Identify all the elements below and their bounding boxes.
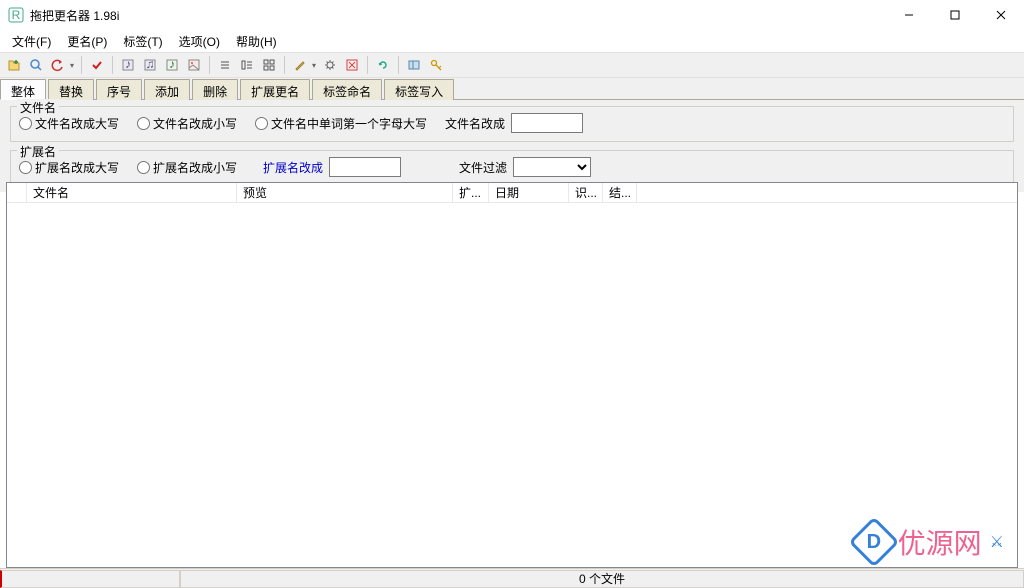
tab-add[interactable]: 添加: [144, 79, 190, 100]
music-tag-2-icon[interactable]: ♫: [140, 55, 160, 75]
window-title: 拖把更名器 1.98i: [30, 7, 886, 24]
radio-filename-titlecase[interactable]: 文件名中单词第一个字母大写: [255, 115, 427, 132]
file-filter-select[interactable]: [513, 157, 591, 177]
tab-replace[interactable]: 替换: [48, 79, 94, 100]
radio-ext-upper[interactable]: 扩展名改成大写: [19, 159, 119, 176]
file-list[interactable]: 文件名 预览 扩... 日期 识... 结...: [6, 182, 1018, 568]
key-icon[interactable]: [426, 55, 446, 75]
filename-fieldset: 文件名 文件名改成大写 文件名改成小写 文件名中单词第一个字母大写 文件名改成: [10, 106, 1014, 142]
app-icon: R: [8, 7, 24, 23]
panel-toggle-icon[interactable]: [404, 55, 424, 75]
tab-number[interactable]: 序号: [96, 79, 142, 100]
refresh-icon[interactable]: [373, 55, 393, 75]
music-tag-3-icon[interactable]: ♪: [162, 55, 182, 75]
gear-icon[interactable]: [320, 55, 340, 75]
menu-options[interactable]: 选项(O): [171, 31, 228, 52]
undo-button[interactable]: ▾: [48, 55, 76, 75]
filename-legend: 文件名: [17, 99, 59, 116]
search-icon[interactable]: [26, 55, 46, 75]
add-files-icon[interactable]: [4, 55, 24, 75]
title-bar: R 拖把更名器 1.98i: [0, 0, 1024, 30]
status-bar: 0 个文件: [0, 568, 1024, 588]
watermark: D 优源网 ⚔: [856, 522, 1004, 562]
column-headers: 文件名 预览 扩... 日期 识... 结...: [7, 183, 1017, 203]
svg-text:♪: ♪: [125, 58, 131, 71]
extension-fieldset: 扩展名 扩展名改成大写 扩展名改成小写 扩展名改成 文件过滤: [10, 150, 1014, 186]
ext-set-input[interactable]: [329, 157, 401, 177]
watermark-text: 优源网: [898, 522, 982, 562]
toolbar: ▾ ♪ ♫ ♪ ▾: [0, 52, 1024, 78]
menu-rename[interactable]: 更名(P): [59, 31, 115, 52]
ext-set-label: 扩展名改成: [263, 159, 323, 176]
radio-filename-upper[interactable]: 文件名改成大写: [19, 115, 119, 132]
extension-legend: 扩展名: [17, 143, 59, 160]
col-date[interactable]: 日期: [489, 183, 569, 202]
col-filename[interactable]: 文件名: [27, 183, 237, 202]
watermark-logo-icon: D: [848, 517, 899, 568]
maximize-button[interactable]: [932, 0, 978, 30]
check-icon[interactable]: [87, 55, 107, 75]
list-view-2-icon[interactable]: [237, 55, 257, 75]
status-left: [0, 570, 180, 588]
menu-tags[interactable]: 标签(T): [115, 31, 170, 52]
col-preview[interactable]: 预览: [237, 183, 453, 202]
menu-file[interactable]: 文件(F): [4, 31, 59, 52]
radio-filename-lower[interactable]: 文件名改成小写: [137, 115, 237, 132]
dropdown-arrow-icon[interactable]: ▾: [310, 61, 318, 70]
tab-ext-rename[interactable]: 扩展更名: [240, 79, 310, 100]
tab-strip: 整体 替换 序号 添加 删除 扩展更名 标签命名 标签写入: [0, 78, 1024, 100]
tab-tag-naming[interactable]: 标签命名: [312, 79, 382, 100]
filename-set-input[interactable]: [511, 113, 583, 133]
minimize-button[interactable]: [886, 0, 932, 30]
col-result[interactable]: 结...: [603, 183, 637, 202]
col-index[interactable]: [7, 183, 27, 202]
list-view-1-icon[interactable]: [215, 55, 235, 75]
svg-text:♪: ♪: [169, 58, 175, 71]
svg-text:R: R: [12, 8, 21, 22]
image-tag-icon[interactable]: [184, 55, 204, 75]
music-tag-1-icon[interactable]: ♪: [118, 55, 138, 75]
radio-ext-lower[interactable]: 扩展名改成小写: [137, 159, 237, 176]
tab-overall[interactable]: 整体: [0, 79, 46, 100]
tab-tag-write[interactable]: 标签写入: [384, 79, 454, 100]
close-button[interactable]: [978, 0, 1024, 30]
svg-text:♫: ♫: [146, 58, 155, 71]
col-id[interactable]: 识...: [569, 183, 603, 202]
col-ext[interactable]: 扩...: [453, 183, 489, 202]
watermark-suffix: ⚔: [990, 532, 1004, 552]
tab-delete[interactable]: 删除: [192, 79, 238, 100]
file-filter-label: 文件过滤: [459, 159, 507, 176]
options-panel: 文件名 文件名改成大写 文件名改成小写 文件名中单词第一个字母大写 文件名改成 …: [0, 100, 1024, 192]
menu-bar: 文件(F) 更名(P) 标签(T) 选项(O) 帮助(H): [0, 30, 1024, 52]
status-center: 0 个文件: [180, 570, 1024, 588]
brush-button[interactable]: ▾: [290, 55, 318, 75]
dropdown-arrow-icon[interactable]: ▾: [68, 61, 76, 70]
filename-set-label: 文件名改成: [445, 115, 505, 132]
cancel-icon[interactable]: [342, 55, 362, 75]
menu-help[interactable]: 帮助(H): [228, 31, 285, 52]
grid-view-icon[interactable]: [259, 55, 279, 75]
